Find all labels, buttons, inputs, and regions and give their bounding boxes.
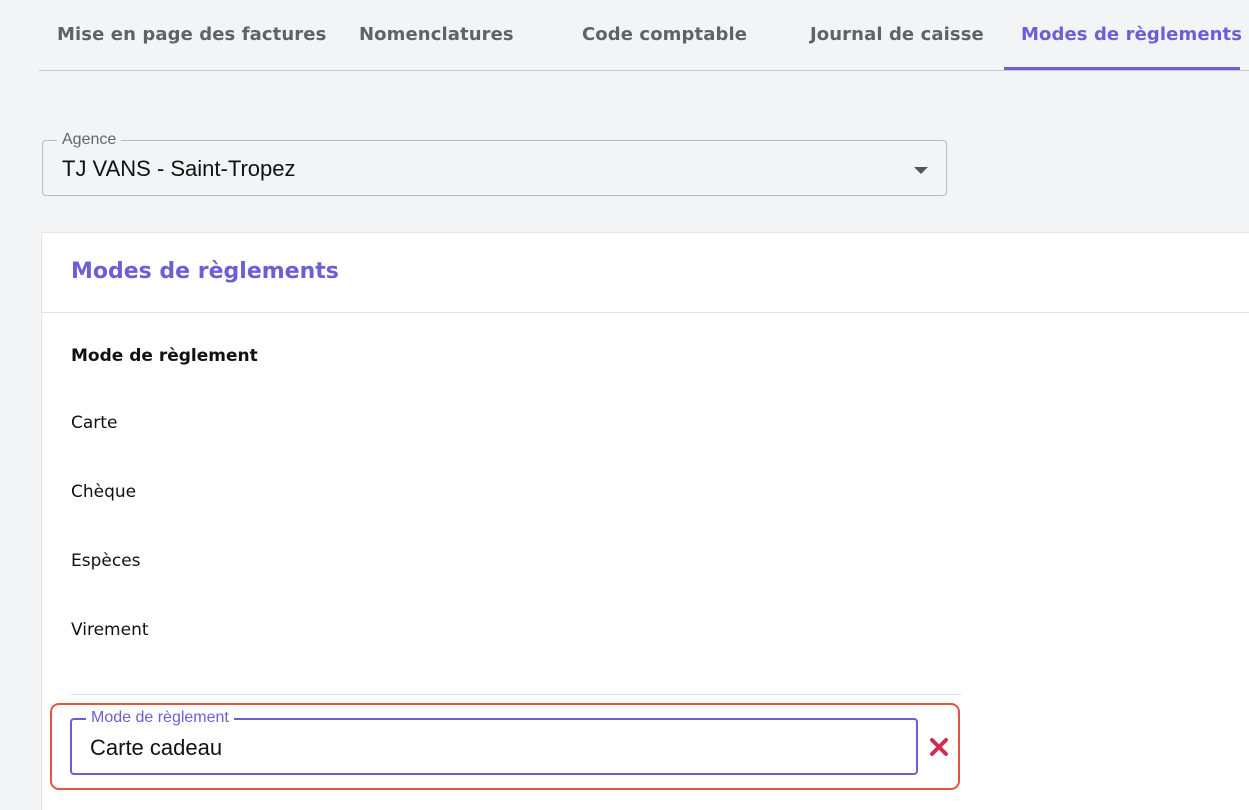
tab-mise-en-page-des-factures[interactable]: Mise en page des factures bbox=[57, 24, 326, 45]
agency-select[interactable]: Agence TJ VANS - Saint-Tropez bbox=[42, 131, 947, 196]
list-item: Virement bbox=[71, 620, 149, 640]
close-icon bbox=[930, 738, 948, 756]
remove-entry-button[interactable] bbox=[926, 734, 952, 760]
list-item: Chèque bbox=[71, 482, 137, 502]
settings-tabs: Mise en page des factures Nomenclatures … bbox=[39, 0, 1249, 71]
agency-select-value: TJ VANS - Saint-Tropez bbox=[62, 156, 296, 181]
new-payment-mode-input[interactable] bbox=[90, 736, 890, 760]
column-header-payment-mode: Mode de règlement bbox=[71, 346, 258, 366]
tab-modes-de-reglements[interactable]: Modes de règlements bbox=[1021, 24, 1242, 45]
new-payment-mode-field[interactable]: Mode de règlement bbox=[70, 709, 918, 775]
tab-code-comptable[interactable]: Code comptable bbox=[582, 24, 747, 45]
active-tab-indicator bbox=[1004, 67, 1240, 70]
caret-down-icon bbox=[914, 167, 928, 174]
new-payment-mode-label: Mode de règlement bbox=[86, 709, 234, 727]
list-item: Espèces bbox=[71, 551, 141, 571]
section-title: Modes de règlements bbox=[71, 259, 339, 284]
list-item: Carte bbox=[71, 413, 118, 433]
tab-journal-de-caisse[interactable]: Journal de caisse bbox=[810, 24, 984, 45]
agency-select-label: Agence bbox=[57, 131, 122, 149]
section-divider bbox=[42, 312, 1249, 313]
tab-nomenclatures[interactable]: Nomenclatures bbox=[359, 24, 514, 45]
list-divider bbox=[71, 694, 961, 695]
